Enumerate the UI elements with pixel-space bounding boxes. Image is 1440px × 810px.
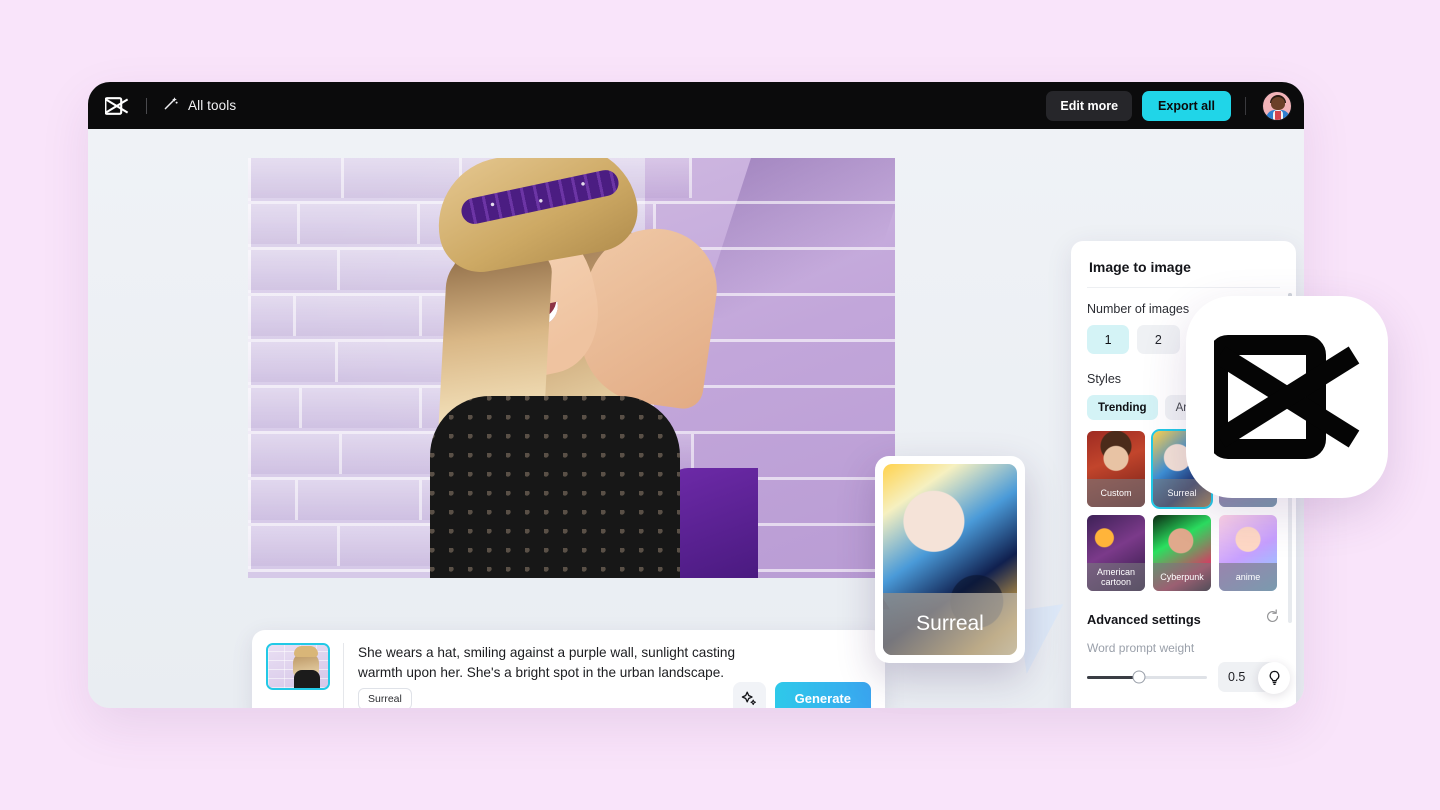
screenshot-root: All tools Edit more Export all She wears…: [0, 0, 1440, 810]
sparkle-icon[interactable]: [732, 682, 766, 708]
capcut-logo-icon[interactable]: [104, 93, 130, 119]
word-prompt-weight-label: Word prompt weight: [1087, 641, 1195, 655]
capcut-logo-badge: [1186, 296, 1388, 498]
app-window: All tools Edit more Export all She wears…: [88, 82, 1304, 708]
capcut-logo-icon: [1214, 335, 1360, 459]
subject-skirt: [668, 468, 758, 578]
surreal-style-callout-card[interactable]: Surreal: [875, 456, 1025, 663]
topbar-divider-2: [1245, 96, 1246, 115]
number-option-2[interactable]: 2: [1137, 325, 1180, 354]
avatar-tie: [1275, 110, 1281, 120]
avatar[interactable]: [1262, 90, 1292, 121]
subject-top: [430, 396, 680, 578]
reset-icon[interactable]: [1265, 609, 1280, 629]
thumbnail-body: [294, 670, 320, 688]
surreal-style-preview: Surreal: [883, 464, 1017, 655]
surreal-style-caption: Surreal: [883, 593, 1017, 655]
prompt-main: She wears a hat, smiling against a purpl…: [358, 643, 871, 708]
toolbar-divider: [146, 97, 147, 114]
main-preview-image[interactable]: [248, 158, 895, 578]
style-card-custom[interactable]: Custom: [1087, 431, 1145, 507]
avatar-face: [1271, 96, 1285, 110]
word-prompt-weight-slider[interactable]: [1087, 670, 1207, 684]
style-card-label: American cartoon: [1087, 563, 1145, 591]
style-card-label: Custom: [1087, 479, 1145, 507]
number-option-1[interactable]: 1: [1087, 325, 1130, 354]
lightbulb-icon[interactable]: [1258, 662, 1290, 694]
style-card-label: Cyberpunk: [1153, 563, 1211, 591]
slider-knob[interactable]: [1132, 670, 1146, 684]
slider-fill: [1087, 675, 1139, 679]
page-title: Image to image: [1089, 259, 1191, 275]
magic-wand-icon: [163, 95, 179, 116]
advanced-settings-title: Advanced settings: [1087, 611, 1201, 627]
topbar-actions: Edit more Export all: [1046, 90, 1292, 121]
thumbnail-person: [290, 645, 324, 688]
source-image-thumbnail[interactable]: [266, 643, 330, 690]
edit-more-button[interactable]: Edit more: [1046, 90, 1133, 121]
style-card-american-cartoon[interactable]: American cartoon: [1087, 515, 1145, 591]
style-card-label: anime: [1219, 563, 1277, 591]
prompt-actions: Generate: [732, 682, 871, 708]
word-prompt-weight-row: 0.5: [1087, 662, 1280, 692]
all-tools-button[interactable]: All tools: [163, 95, 236, 116]
top-bar: All tools Edit more Export all: [88, 82, 1304, 129]
thumbnail-hat: [294, 646, 318, 657]
prompt-input[interactable]: She wears a hat, smiling against a purpl…: [358, 643, 758, 682]
style-card-cyberpunk[interactable]: Cyberpunk: [1153, 515, 1211, 591]
prompt-bottom-row: Surreal Generate: [358, 682, 871, 708]
style-card-anime[interactable]: anime: [1219, 515, 1277, 591]
tab-trending[interactable]: Trending: [1087, 395, 1158, 420]
export-all-button[interactable]: Export all: [1142, 90, 1231, 121]
prompt-bar: She wears a hat, smiling against a purpl…: [252, 630, 885, 708]
style-tag-chip[interactable]: Surreal: [358, 687, 412, 708]
editor-body: She wears a hat, smiling against a purpl…: [88, 129, 1304, 708]
generate-button[interactable]: Generate: [774, 682, 871, 708]
all-tools-label: All tools: [188, 98, 237, 113]
advanced-settings-header: Advanced settings: [1087, 609, 1280, 629]
photo-subject: [408, 158, 768, 578]
scale-label: Scale: [1087, 706, 1280, 708]
prompt-divider: [343, 643, 344, 708]
